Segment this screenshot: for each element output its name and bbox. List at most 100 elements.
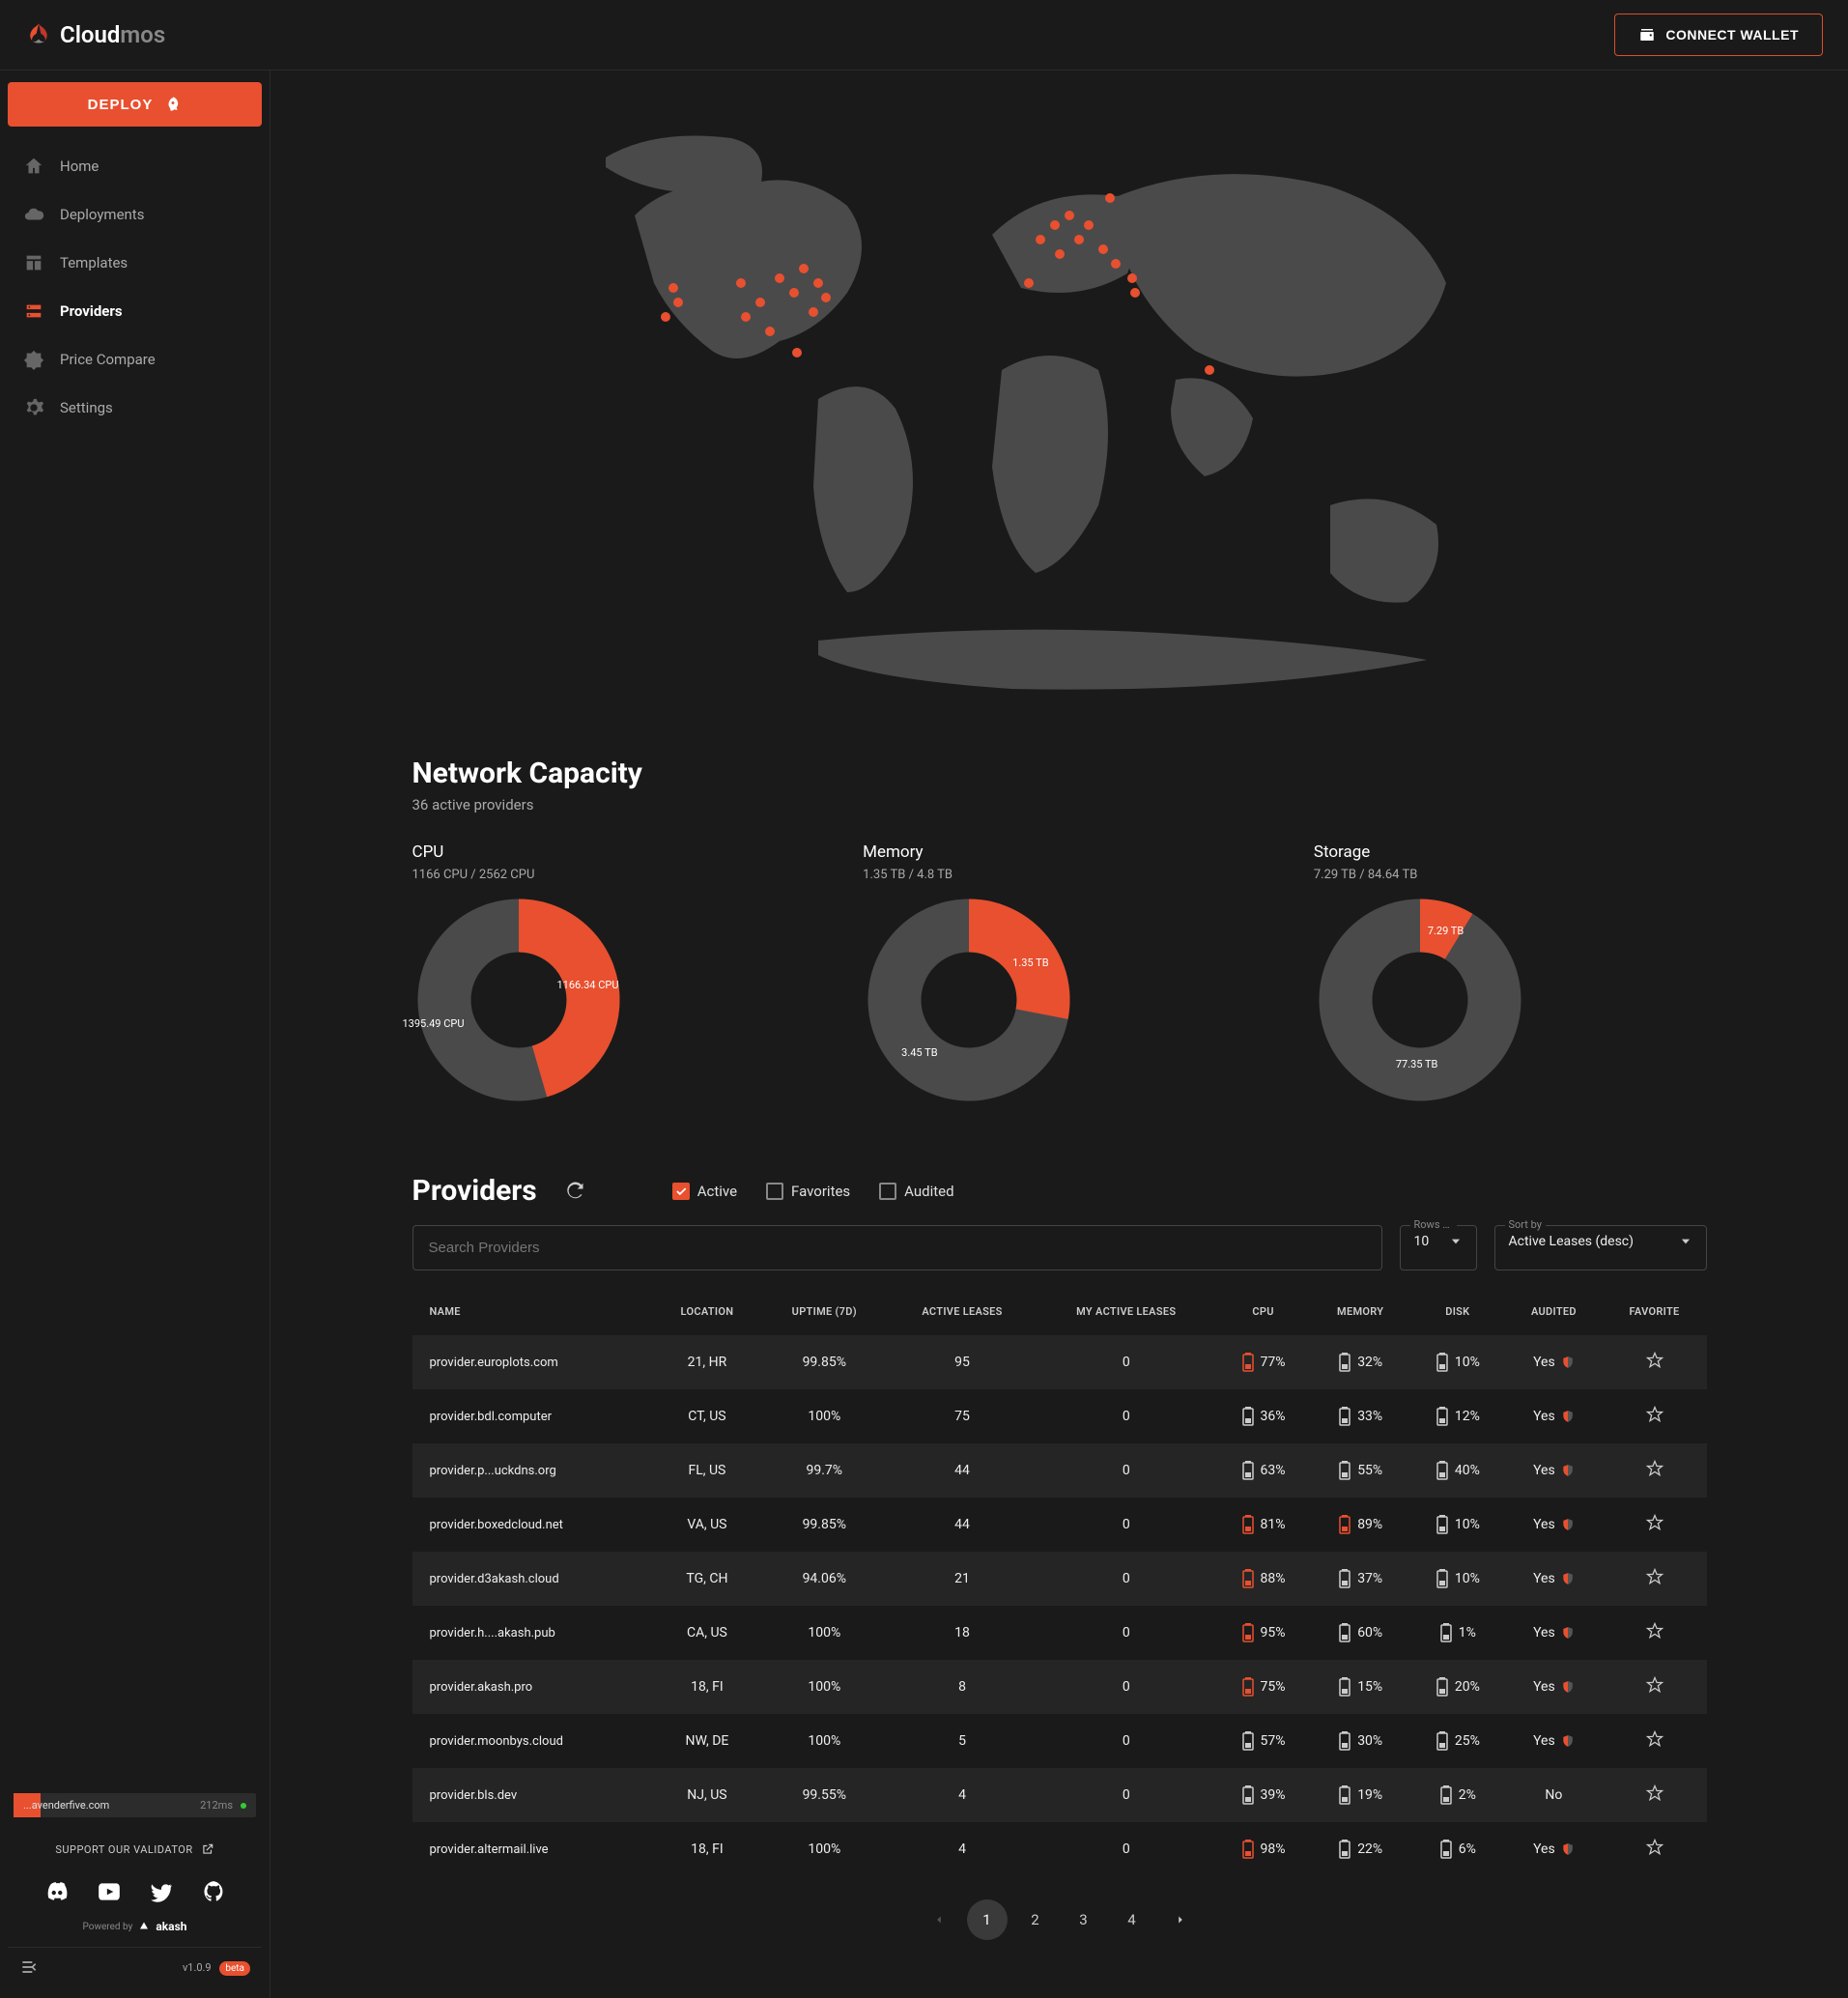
- table-row[interactable]: provider.h....akash.pubCA, US100%18095%6…: [412, 1606, 1707, 1660]
- cell-audited: No: [1505, 1768, 1602, 1822]
- page-3[interactable]: 3: [1064, 1899, 1104, 1940]
- battery-icon: [1338, 1840, 1351, 1859]
- checkbox-checked-icon: [672, 1183, 690, 1200]
- page-4[interactable]: 4: [1112, 1899, 1152, 1940]
- col-header: LOCATION: [653, 1288, 761, 1335]
- battery-icon: [1241, 1731, 1255, 1751]
- cell-favorite[interactable]: [1603, 1768, 1707, 1822]
- table-row[interactable]: provider.moonbys.cloudNW, DE100%5057%30%…: [412, 1714, 1707, 1768]
- table-row[interactable]: provider.bdl.computerCT, US100%75036%33%…: [412, 1389, 1707, 1443]
- nav-price-compare[interactable]: Price Compare: [8, 335, 262, 384]
- cell-favorite[interactable]: [1603, 1443, 1707, 1498]
- battery-icon: [1241, 1840, 1255, 1859]
- rocket-icon: [164, 96, 182, 113]
- table-row[interactable]: provider.bls.devNJ, US99.55%4039%19%2%No: [412, 1768, 1707, 1822]
- filter-audited[interactable]: Audited: [879, 1183, 953, 1200]
- beta-badge: beta: [219, 1961, 250, 1976]
- cell-cpu: 95%: [1215, 1606, 1311, 1660]
- sort-legend: Sort by: [1505, 1218, 1546, 1231]
- cell-favorite[interactable]: [1603, 1714, 1707, 1768]
- connect-wallet-button[interactable]: CONNECT WALLET: [1614, 14, 1823, 56]
- filter-active[interactable]: Active: [672, 1183, 737, 1200]
- table-row[interactable]: provider.europlots.com21, HR99.85%95077%…: [412, 1335, 1707, 1389]
- cell-uptime: 99.85%: [761, 1335, 888, 1389]
- cell-location: 18, FI: [653, 1822, 761, 1876]
- nav-settings[interactable]: Settings: [8, 384, 262, 432]
- cell-favorite[interactable]: [1603, 1822, 1707, 1876]
- sidebar: DEPLOY Home Deployments Templates Provid…: [0, 71, 270, 1998]
- nav-deployments[interactable]: Deployments: [8, 190, 262, 239]
- cell-my-leases: 0: [1037, 1389, 1215, 1443]
- filter-favorites[interactable]: Favorites: [766, 1183, 850, 1200]
- node-latency: 212ms: [200, 1799, 233, 1812]
- cell-favorite[interactable]: [1603, 1389, 1707, 1443]
- cell-disk: 40%: [1409, 1443, 1505, 1498]
- cell-leases: 4: [888, 1768, 1038, 1822]
- col-header: ACTIVE LEASES: [888, 1288, 1038, 1335]
- github-icon[interactable]: [201, 1879, 226, 1904]
- cell-favorite[interactable]: [1603, 1660, 1707, 1714]
- refresh-icon[interactable]: [566, 1182, 585, 1201]
- version-label: v1.0.9: [183, 1961, 212, 1974]
- support-validator-link[interactable]: SUPPORT OUR VALIDATOR: [8, 1835, 262, 1864]
- memory-donut-chart[interactable]: 1.35 TB 3.45 TB: [863, 894, 1075, 1106]
- logo-icon: [25, 21, 52, 48]
- cell-uptime: 100%: [761, 1660, 888, 1714]
- world-map[interactable]: [270, 71, 1848, 756]
- nav-home[interactable]: Home: [8, 142, 262, 190]
- cell-location: TG, CH: [653, 1552, 761, 1606]
- table-row[interactable]: provider.d3akash.cloudTG, CH94.06%21088%…: [412, 1552, 1707, 1606]
- nav-templates[interactable]: Templates: [8, 239, 262, 287]
- cell-favorite[interactable]: [1603, 1335, 1707, 1389]
- page-2[interactable]: 2: [1015, 1899, 1056, 1940]
- connect-wallet-label: CONNECT WALLET: [1665, 27, 1799, 43]
- table-row[interactable]: provider.altermail.live18, FI100%4098%22…: [412, 1822, 1707, 1876]
- youtube-icon[interactable]: [97, 1879, 122, 1904]
- cell-favorite[interactable]: [1603, 1498, 1707, 1552]
- page-1[interactable]: 1: [967, 1899, 1008, 1940]
- col-header: UPTIME (7D): [761, 1288, 888, 1335]
- cell-memory: 37%: [1311, 1552, 1409, 1606]
- price-icon: [23, 349, 44, 370]
- cell-my-leases: 0: [1037, 1498, 1215, 1552]
- storage-donut-chart[interactable]: 7.29 TB 77.35 TB: [1314, 894, 1526, 1106]
- cell-disk: 2%: [1409, 1768, 1505, 1822]
- cell-favorite[interactable]: [1603, 1606, 1707, 1660]
- node-status[interactable]: ...avenderfive.com 212ms: [14, 1793, 256, 1817]
- discord-icon[interactable]: [44, 1879, 70, 1904]
- search-input[interactable]: [412, 1225, 1382, 1270]
- deploy-button[interactable]: DEPLOY: [8, 82, 262, 127]
- table-row[interactable]: provider.akash.pro18, FI100%8075%15%20%Y…: [412, 1660, 1707, 1714]
- battery-icon: [1338, 1677, 1351, 1697]
- star-icon: [1645, 1459, 1664, 1478]
- cell-favorite[interactable]: [1603, 1552, 1707, 1606]
- main-content: Network Capacity 36 active providers CPU…: [270, 71, 1848, 1998]
- cell-location: CT, US: [653, 1389, 761, 1443]
- sort-by-select[interactable]: Sort by Active Leases (desc): [1494, 1225, 1707, 1270]
- table-row[interactable]: provider.p...uckdns.orgFL, US99.7%44063%…: [412, 1443, 1707, 1498]
- cell-audited: Yes: [1505, 1660, 1602, 1714]
- sto-free-label: 77.35 TB: [1396, 1058, 1438, 1070]
- nav-providers[interactable]: Providers: [8, 287, 262, 335]
- battery-icon: [1439, 1623, 1453, 1642]
- collapse-icon[interactable]: [19, 1957, 39, 1977]
- providers-title: Providers: [412, 1174, 537, 1208]
- wallet-icon: [1638, 26, 1656, 43]
- network-capacity-title: Network Capacity: [412, 756, 1707, 790]
- cpu-donut-chart[interactable]: 1166.34 CPU 1395.49 CPU: [412, 894, 625, 1106]
- battery-icon: [1436, 1515, 1449, 1534]
- star-icon: [1645, 1351, 1664, 1370]
- star-icon: [1645, 1405, 1664, 1424]
- rows-per-page-select[interactable]: Rows p... 10: [1400, 1225, 1477, 1270]
- table-row[interactable]: provider.boxedcloud.netVA, US99.85%44081…: [412, 1498, 1707, 1552]
- battery-icon: [1338, 1731, 1351, 1751]
- col-header: MEMORY: [1311, 1288, 1409, 1335]
- shield-icon: [1561, 1515, 1575, 1534]
- twitter-icon[interactable]: [149, 1879, 174, 1904]
- cell-cpu: 81%: [1215, 1498, 1311, 1552]
- page-next[interactable]: [1160, 1899, 1201, 1940]
- page-prev[interactable]: [919, 1899, 959, 1940]
- cell-memory: 32%: [1311, 1335, 1409, 1389]
- logo[interactable]: Cloudmos: [25, 21, 165, 48]
- cell-leases: 75: [888, 1389, 1038, 1443]
